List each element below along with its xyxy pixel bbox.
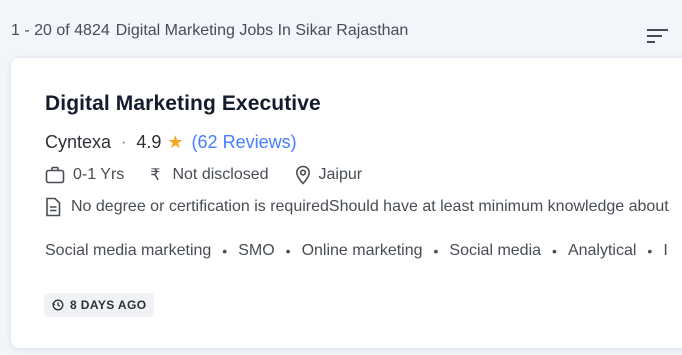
location-pin-icon [295, 165, 310, 185]
job-card[interactable]: Digital Marketing Executive Cyntexa · 4.… [11, 58, 682, 348]
results-header: 1 - 20 of 4824 Digital Marketing Jobs In … [11, 22, 682, 44]
description-text: No degree or certification is requiredSh… [71, 198, 669, 215]
skill-tags: Social media marketing • SMO • Online ma… [45, 242, 682, 260]
tag-separator: • [285, 243, 291, 259]
company-name[interactable]: Cyntexa [45, 132, 111, 153]
salary: ₹ Not disclosed [150, 165, 268, 185]
tag-item: Online marketing [301, 242, 423, 259]
tag-separator: • [433, 243, 439, 259]
tag-item: SMO [238, 242, 275, 259]
rating-value: 4.9 [136, 132, 162, 152]
sort-icon[interactable] [647, 27, 669, 45]
tag-item: I [663, 242, 668, 259]
experience: 0-1 Yrs [45, 166, 124, 184]
separator-dot: · [121, 133, 127, 151]
rupee-icon: ₹ [150, 167, 161, 184]
experience-text: 0-1 Yrs [73, 166, 125, 183]
tag-item: Analytical [567, 242, 637, 259]
location: Jaipur [295, 165, 363, 185]
salary-text: Not disclosed [172, 166, 269, 183]
clock-icon [52, 299, 64, 311]
tag-separator: • [552, 243, 557, 259]
results-title: Digital Marketing Jobs In Sikar Rajastha… [115, 22, 409, 39]
results-count: 1 - 20 of 4824 [11, 22, 110, 39]
job-title[interactable]: Digital Marketing Executive [45, 92, 321, 116]
posted-badge: 8 DAYS AGO [44, 293, 155, 317]
tag-separator: • [222, 243, 228, 259]
tag-separator: • [647, 243, 653, 259]
tag-item: Social media marketing [45, 242, 212, 259]
document-icon [46, 197, 61, 217]
briefcase-icon [45, 166, 65, 184]
posted-text: 8 DAYS AGO [70, 298, 147, 312]
location-text[interactable]: Jaipur [319, 166, 363, 184]
reviews-link[interactable]: (62 Reviews) [192, 132, 297, 153]
job-description: No degree or certification is requiredSh… [45, 197, 682, 217]
company-row: Cyntexa · 4.9 ★ (62 Reviews) [45, 132, 297, 153]
tag-item: Social media [449, 242, 542, 259]
job-meta: 0-1 Yrs ₹ Not disclosed Jaipur [45, 165, 388, 185]
star-icon: ★ [167, 132, 184, 152]
